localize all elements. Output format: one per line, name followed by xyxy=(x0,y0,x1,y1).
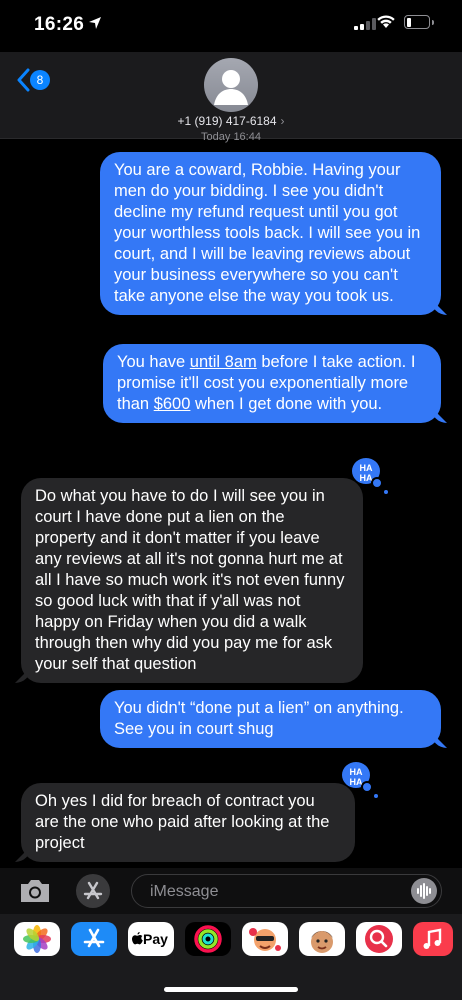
message-text: You are a coward, Robbie. Having your me… xyxy=(114,161,421,305)
status-time: 16:26 xyxy=(34,14,85,35)
contact-avatar[interactable] xyxy=(204,58,258,112)
location-arrow-icon xyxy=(89,17,101,29)
message-text: Oh yes I did for breach of contract you … xyxy=(35,792,330,852)
message-thread: Today 16:44 You are a coward, Robbie. Ha… xyxy=(0,131,462,869)
message-text: Do what you have to do I will see you in… xyxy=(35,487,345,673)
chevron-right-icon: › xyxy=(280,114,285,128)
message-input[interactable]: iMessage xyxy=(131,874,442,908)
photos-app-icon[interactable] xyxy=(14,922,60,956)
apple-logo-icon xyxy=(132,932,143,945)
waveform-icon xyxy=(417,883,431,899)
home-indicator[interactable] xyxy=(164,987,298,992)
money-link[interactable]: $600 xyxy=(154,395,191,413)
app-store-icon xyxy=(83,881,103,900)
message-bubble-incoming[interactable]: Do what you have to do I will see you in… xyxy=(21,478,363,683)
message-timestamp: Today 16:44 xyxy=(201,131,261,143)
cellular-signal-icon xyxy=(354,18,376,30)
person-silhouette-icon xyxy=(214,70,248,105)
memoji-app-icon[interactable] xyxy=(299,922,345,956)
audio-message-button[interactable] xyxy=(411,878,437,904)
conversation-header: 8 +1 (919) 417-6184 › xyxy=(0,52,462,139)
unread-count-badge: 8 xyxy=(30,70,50,90)
time-link[interactable]: until 8am xyxy=(190,353,257,371)
contact-name[interactable]: +1 (919) 417-6184 › xyxy=(0,114,462,128)
message-bubble-outgoing[interactable]: You have until 8am before I take action.… xyxy=(103,344,441,423)
apple-pay-app-icon[interactable]: Pay xyxy=(128,922,174,956)
camera-button[interactable] xyxy=(18,877,52,905)
wifi-icon xyxy=(377,15,395,28)
message-bubble-incoming[interactable]: Oh yes I did for breach of contract you … xyxy=(21,783,355,862)
music-app-icon[interactable] xyxy=(413,922,453,956)
compose-bar: iMessage xyxy=(0,868,462,914)
message-input-placeholder: iMessage xyxy=(150,883,219,900)
apple-pay-label: Pay xyxy=(143,931,168,947)
camera-icon xyxy=(21,880,49,902)
app-store-button[interactable] xyxy=(76,874,110,908)
status-bar: 16:26 xyxy=(0,0,462,52)
battery-icon xyxy=(404,15,434,29)
message-text-part: when I get done with you. xyxy=(190,395,383,413)
contact-number: +1 (919) 417-6184 xyxy=(177,114,277,128)
message-bubble-outgoing[interactable]: You didn't “done put a lien” on anything… xyxy=(100,690,441,748)
app-drawer: Pay xyxy=(0,914,462,1000)
fitness-app-icon[interactable] xyxy=(185,922,231,956)
message-text-part: You have xyxy=(117,353,190,371)
chevron-left-icon xyxy=(17,68,30,92)
message-text: You didn't “done put a lien” on anything… xyxy=(114,699,404,738)
app-store-app-icon[interactable] xyxy=(71,922,117,956)
memoji-stickers-app-icon[interactable] xyxy=(242,922,288,956)
message-bubble-outgoing[interactable]: You are a coward, Robbie. Having your me… xyxy=(100,152,441,315)
web-search-app-icon[interactable] xyxy=(356,922,402,956)
back-button[interactable]: 8 xyxy=(14,66,58,96)
